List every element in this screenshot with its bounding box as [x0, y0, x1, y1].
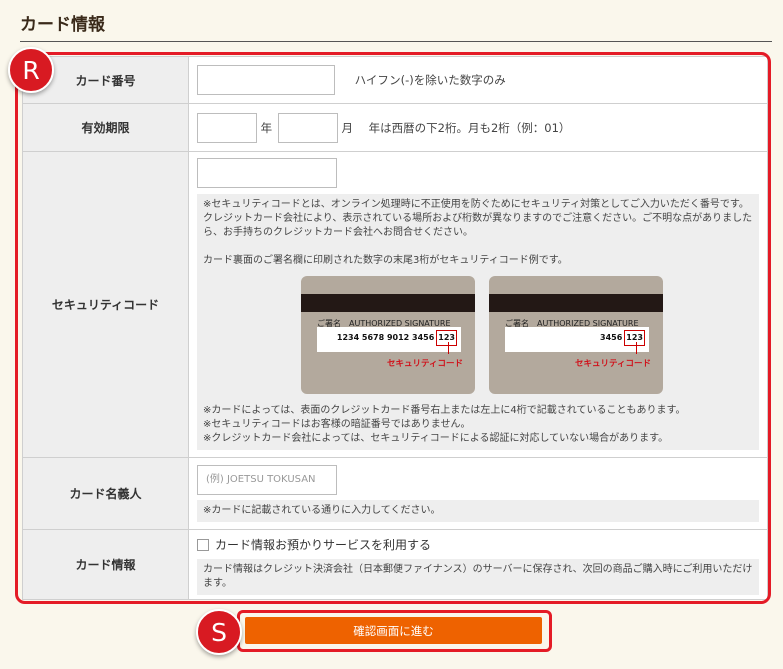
- marker-r: R: [8, 47, 54, 93]
- marker-s: S: [196, 609, 242, 655]
- section-title: カード情報: [20, 15, 105, 35]
- form-highlight-frame: [15, 52, 771, 604]
- confirm-button[interactable]: 確認画面に進む: [245, 617, 542, 644]
- title-divider: [20, 41, 772, 42]
